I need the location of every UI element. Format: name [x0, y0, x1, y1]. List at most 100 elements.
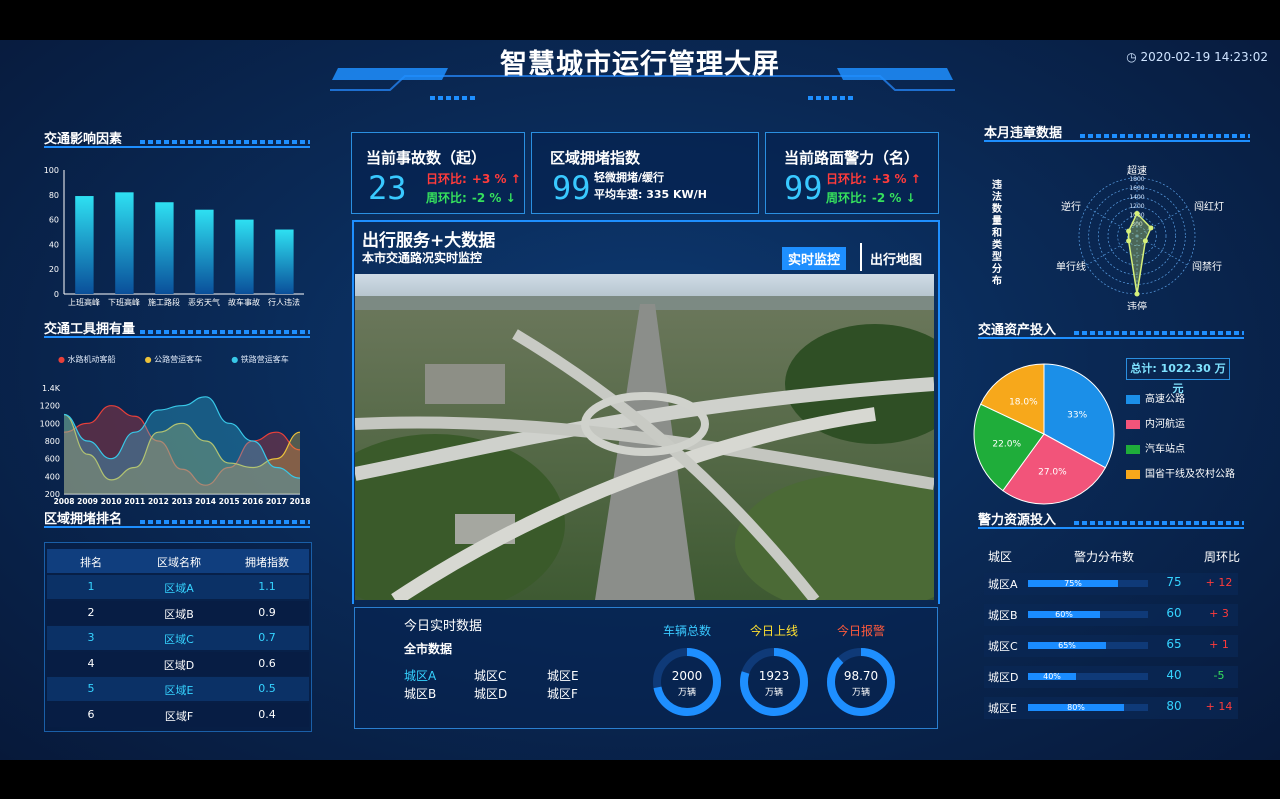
bar [155, 202, 174, 294]
y-tick-label: 100 [44, 166, 59, 175]
table-row[interactable]: 3 区域C 0.7 [47, 626, 309, 650]
kpi-value: 99 [784, 169, 823, 207]
x-tick-label: 上班高峰 [68, 297, 100, 307]
kpi-title: 当前路面警力（名） [784, 149, 920, 167]
kpi-detail: 轻微拥堵/缓行 平均车速: 335 KW/H [594, 169, 707, 203]
y-tick-label: 1000 [40, 419, 60, 428]
y-tick-label: 1200 [40, 402, 60, 411]
police-change: + 1 [1209, 638, 1229, 651]
bar [75, 196, 94, 294]
datetime: ◷ 2020-02-19 14:23:02 [1126, 50, 1268, 64]
realtime-title: 今日实时数据 [404, 619, 483, 634]
radar-axis-label: 单行线 [1056, 260, 1086, 273]
x-tick-label: 2018 [290, 497, 311, 506]
radar-point [1142, 238, 1148, 244]
ring-value: 98.70 [844, 669, 878, 683]
police-bar-pct: 60% [1055, 610, 1073, 619]
day-label: 日环比: [826, 172, 867, 186]
area-link[interactable]: 城区A [404, 667, 436, 684]
tab-travel-map[interactable]: 出行地图 [864, 247, 928, 270]
police-title: 警力资源投入 [978, 513, 1057, 528]
x-tick-label: 2015 [219, 497, 240, 506]
cell-rank: 1 [87, 580, 95, 593]
legend-swatch [1126, 419, 1140, 429]
assets-pie-chart: 33% 27.0% 22.0% 18.0% [973, 363, 1115, 505]
section-deco [1074, 521, 1244, 525]
police-change: + 14 [1205, 700, 1233, 713]
police-bar: 60% [1028, 610, 1148, 619]
bar [235, 219, 254, 294]
tab-realtime-monitor[interactable]: 实时监控 [782, 247, 847, 270]
x-tick-label: 2014 [195, 497, 216, 506]
police-count: 75 [1166, 575, 1182, 589]
legend-dot: ● [231, 355, 239, 364]
police-header-count: 警力分布数 [1074, 550, 1135, 564]
day-value: +3 % ↑ [871, 172, 921, 186]
area-link[interactable]: 城区B [404, 685, 436, 702]
police-header-change: 周环比 [1204, 550, 1241, 564]
police-change: + 3 [1209, 607, 1229, 620]
section-underline [984, 140, 1250, 142]
ring-value: 1923 [759, 669, 790, 683]
y-tick-label: 20 [49, 265, 59, 274]
radar-axis-label: 逆行 [1061, 200, 1081, 213]
police-count: 40 [1166, 668, 1182, 682]
bar [195, 209, 214, 294]
ring-unit: 万辆 [852, 686, 870, 698]
header-rank: 排名 [80, 556, 102, 569]
pie-legend-item: 高速公路 [1126, 390, 1185, 405]
police-area: 城区D [988, 671, 1019, 684]
area-link[interactable]: 城区D [474, 685, 507, 702]
police-change: -5 [1213, 669, 1225, 682]
section-deco [1074, 331, 1244, 335]
table-header: 排名 区域名称 拥堵指数 [47, 549, 309, 573]
cell-name: 区域D [163, 658, 195, 672]
kpi-value: 23 [368, 169, 407, 207]
x-tick-label: 2013 [172, 497, 193, 506]
police-area: 城区C [988, 640, 1018, 653]
pie-label: 27.0% [1038, 468, 1067, 478]
week-label: 周环比: [826, 191, 867, 205]
ring-gauge: 2000 万辆 [653, 648, 721, 716]
pie-legend-item: 汽车站点 [1126, 440, 1185, 455]
legend-swatch [1126, 444, 1140, 454]
bar [275, 229, 294, 294]
legend-label: 内河航运 [1145, 419, 1185, 430]
section-underline [44, 526, 310, 528]
assets-title: 交通资产投入 [978, 323, 1057, 338]
pie-label: 33% [1067, 410, 1087, 420]
section-underline [978, 337, 1244, 339]
area-link[interactable]: 城区F [547, 685, 578, 702]
police-bar: 75% [1028, 579, 1148, 588]
x-tick-label: 恶劣天气 [188, 297, 220, 307]
y-tick-label: 600 [45, 455, 60, 464]
section-underline [44, 146, 310, 148]
cell-index: 0.4 [258, 707, 276, 721]
datetime-text: 2020-02-19 14:23:02 [1140, 50, 1268, 64]
section-deco [1080, 134, 1250, 138]
table-row[interactable]: 2 区域B 0.9 [47, 600, 309, 625]
police-bar-pct: 80% [1067, 703, 1085, 712]
table-row[interactable]: 6 区域F 0.4 [47, 702, 309, 727]
x-tick-label: 2016 [242, 497, 263, 506]
y-tick-label: 800 [45, 437, 60, 446]
area-link[interactable]: 城区E [547, 667, 579, 684]
assets-total: 总计: 1022.30 万元 [1126, 358, 1230, 395]
table-row[interactable]: 1 区域A 1.1 [47, 575, 309, 599]
table-row[interactable]: 5 区域E 0.5 [47, 677, 309, 701]
ring-unit: 万辆 [765, 686, 783, 698]
radar-tick: 1400 [1129, 194, 1144, 201]
day-label: 日环比: [426, 172, 467, 186]
legend-label: 汽车站点 [1145, 444, 1185, 455]
cell-name: 区域F [164, 709, 194, 723]
area-link[interactable]: 城区C [474, 667, 506, 684]
pie-legend-item: 国省干线及农村公路 [1126, 465, 1235, 480]
legend-label: 水路机动客船 [67, 355, 116, 364]
legend-dot: ● [144, 355, 152, 364]
radar-point [1126, 238, 1132, 244]
table-row[interactable]: 4 区域D 0.6 [47, 651, 309, 676]
section-deco [140, 520, 310, 524]
kpi-compare: 日环比: +3 % ↑ 周环比: -2 % ↓ [826, 169, 921, 207]
police-bar-fill: 65% [1028, 641, 1106, 650]
tab-divider [860, 243, 862, 271]
